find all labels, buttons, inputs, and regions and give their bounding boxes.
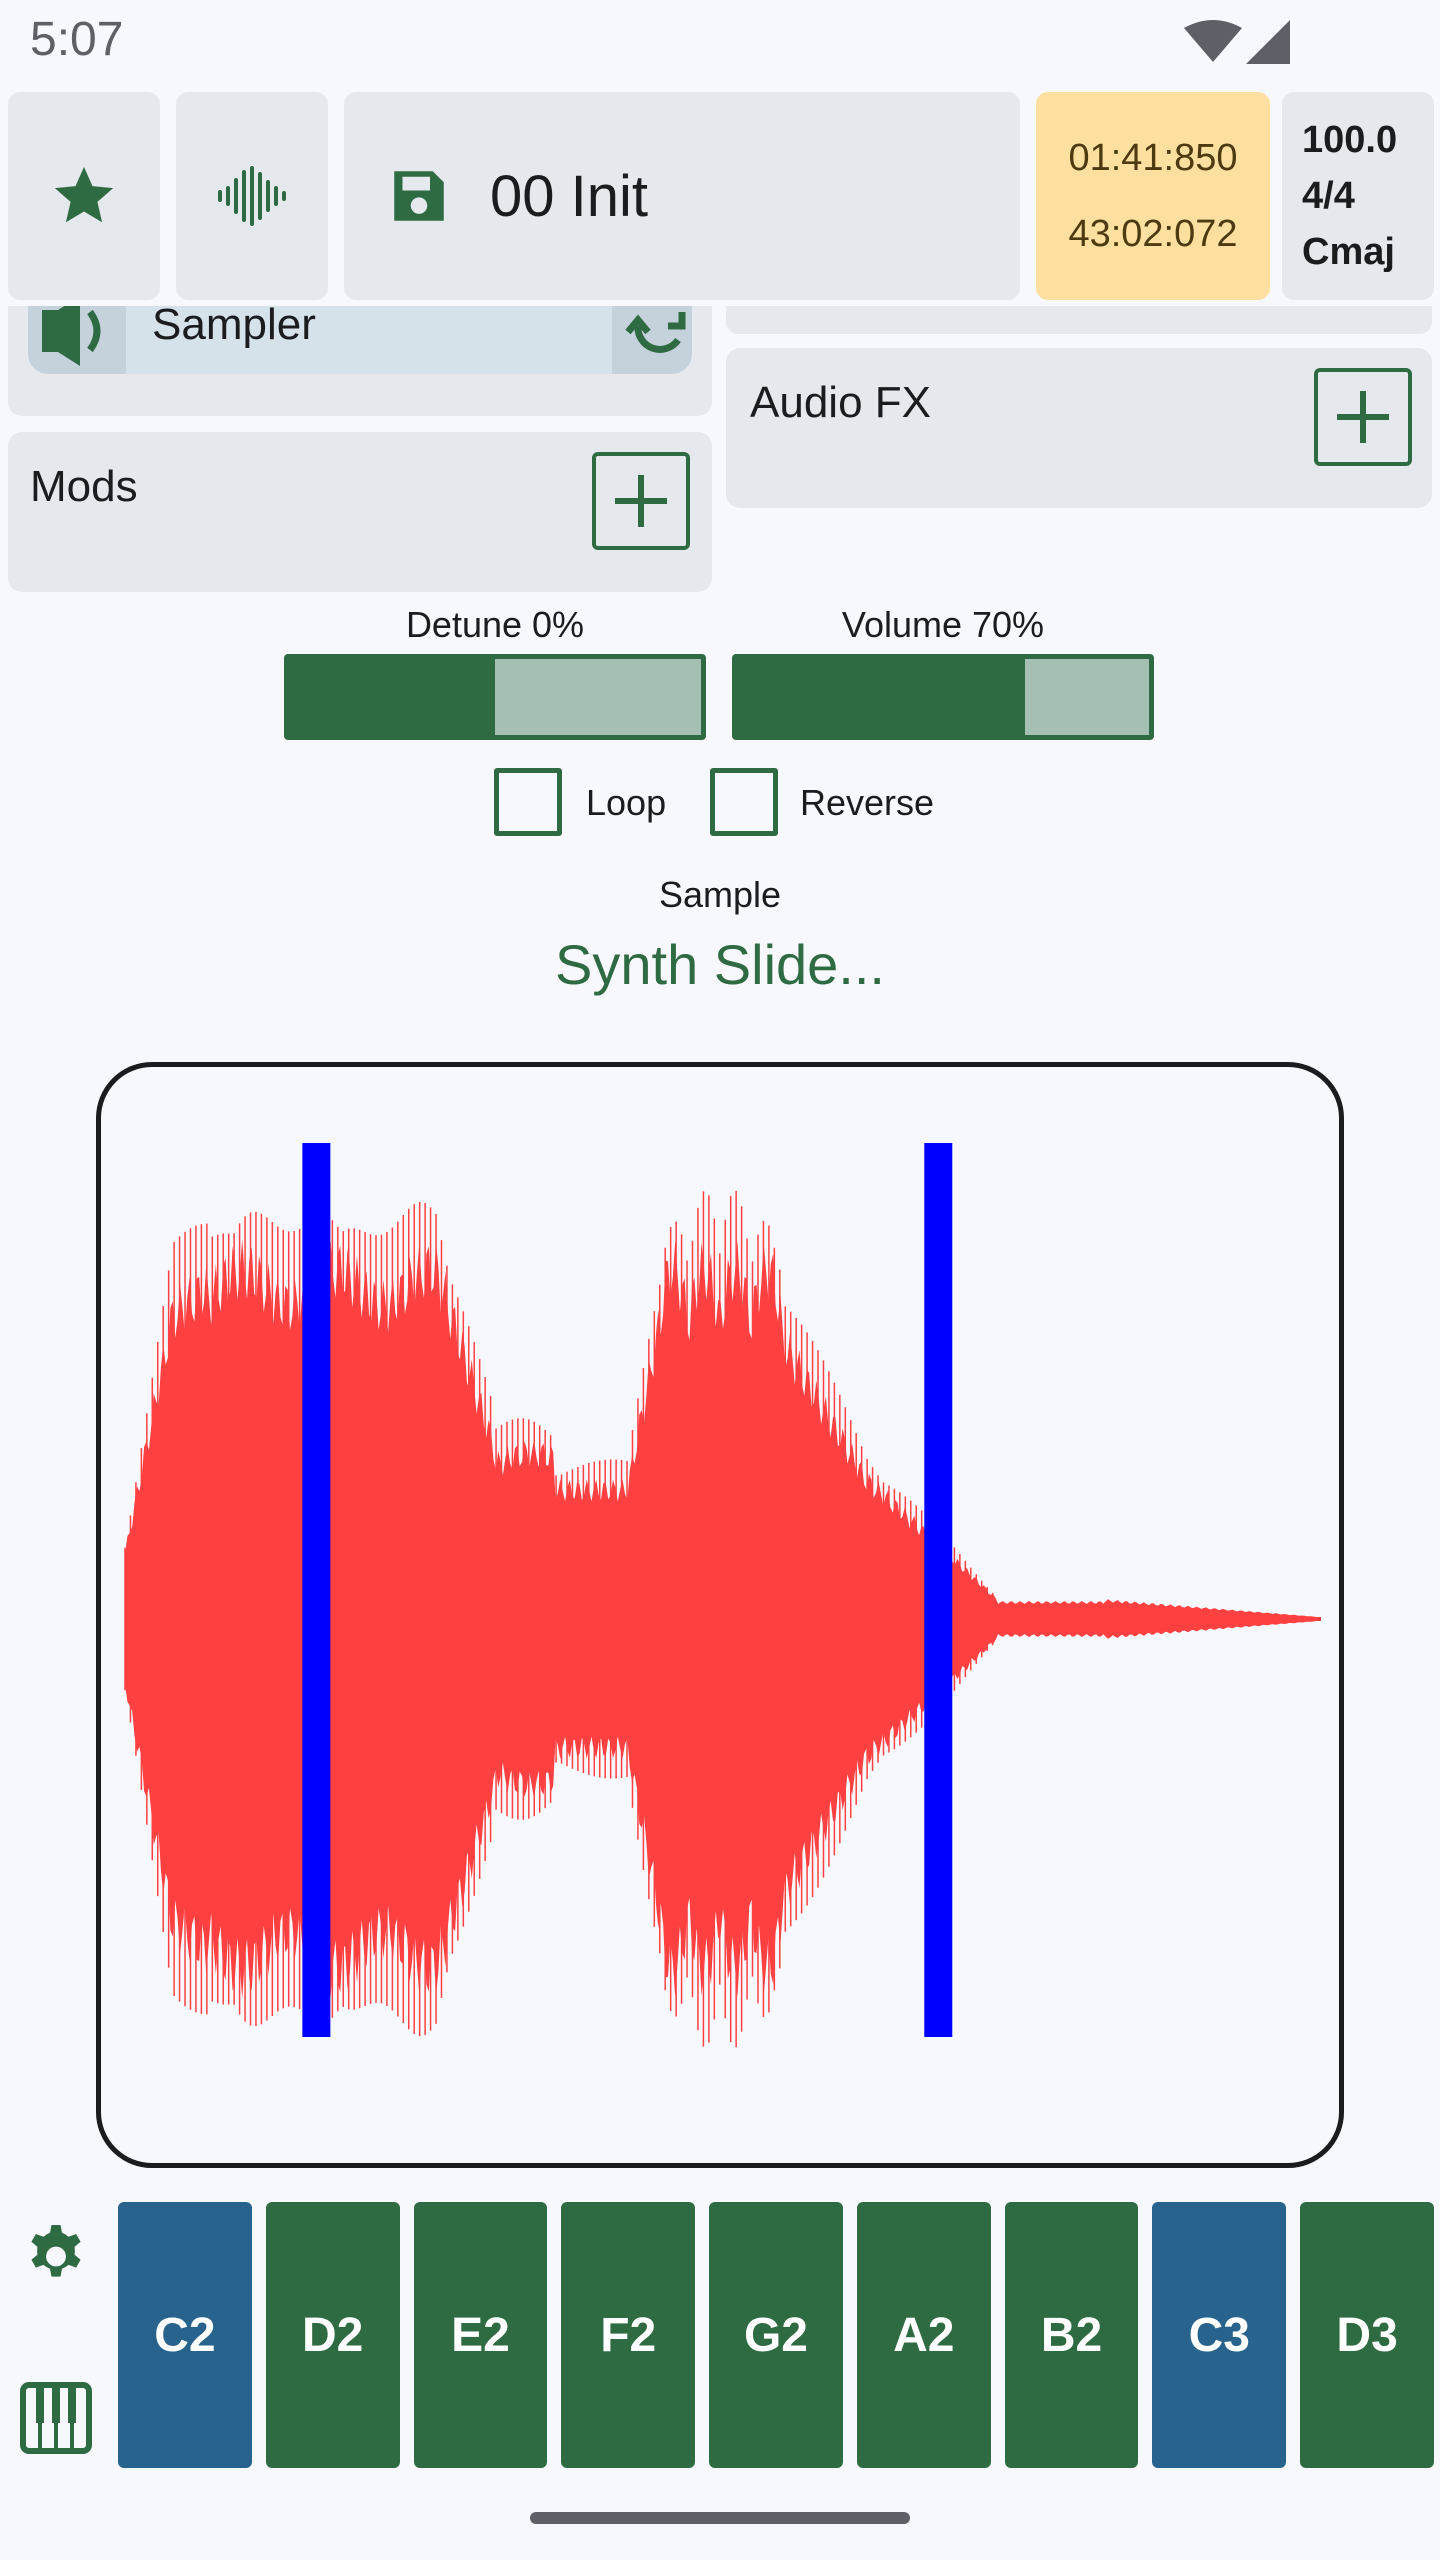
loop-checkbox[interactable] xyxy=(494,768,562,836)
reverse-checkbox[interactable] xyxy=(710,768,778,836)
instrument-selector[interactable]: Sampler xyxy=(28,306,692,374)
reverse-label: Reverse xyxy=(800,782,935,823)
detune-slider[interactable] xyxy=(284,654,706,740)
key-e2[interactable]: E2 xyxy=(413,2202,548,2468)
key-b2[interactable]: B2 xyxy=(1004,2202,1139,2468)
time-position: 01:41:850 xyxy=(1068,137,1238,179)
song-meta[interactable]: 100.0 4/4 Cmaj xyxy=(1282,92,1434,300)
key-a2[interactable]: A2 xyxy=(856,2202,991,2468)
piano-icon[interactable] xyxy=(20,2382,92,2454)
sample-label: Sample xyxy=(658,874,782,915)
volume-slider[interactable] xyxy=(732,654,1154,740)
detune-label: Detune 0% xyxy=(405,604,585,645)
add-mod-button[interactable] xyxy=(592,452,690,550)
waveform-button[interactable] xyxy=(176,92,328,300)
key-d3[interactable]: D3 xyxy=(1300,2202,1434,2468)
favorite-button[interactable] xyxy=(8,92,160,300)
add-audio-fx-button[interactable] xyxy=(1314,368,1412,466)
song-key: Cmaj xyxy=(1302,231,1395,273)
time-total: 43:02:072 xyxy=(1068,213,1238,255)
preset-name: 00 Init xyxy=(490,163,648,229)
detune-fill xyxy=(289,659,495,735)
status-time: 5:07 xyxy=(30,13,124,66)
refresh-icon[interactable] xyxy=(624,306,692,374)
waveform-end-marker[interactable] xyxy=(924,1143,953,2037)
loop-label: Loop xyxy=(586,782,667,823)
settings-icon[interactable] xyxy=(20,2216,92,2288)
instrument-card: Sampler xyxy=(8,306,712,416)
audio-fx-card: Audio FX xyxy=(726,348,1432,508)
key-g2[interactable]: G2 xyxy=(709,2202,843,2468)
key-c2[interactable]: C2 xyxy=(118,2202,252,2468)
tempo: 100.0 xyxy=(1302,119,1398,161)
waveform-start-marker[interactable] xyxy=(302,1143,331,2037)
home-indicator xyxy=(530,2512,910,2524)
instrument-name: Sampler xyxy=(152,306,316,349)
volume-fill xyxy=(737,659,1026,735)
waveform-editor[interactable] xyxy=(96,1062,1344,2168)
waveform-icon xyxy=(218,166,286,226)
waveform-display[interactable] xyxy=(101,1067,1339,2163)
plus-icon xyxy=(615,475,667,527)
time-display[interactable]: 01:41:850 43:02:072 xyxy=(1036,92,1270,300)
time-signature: 4/4 xyxy=(1302,175,1355,217)
plus-icon xyxy=(1337,391,1389,443)
key-f2[interactable]: F2 xyxy=(561,2202,696,2468)
right-panel-top xyxy=(726,306,1432,334)
mods-card: Mods xyxy=(8,432,712,592)
floppy-disk-icon xyxy=(394,171,444,221)
signal-icon xyxy=(1246,20,1290,64)
star-icon xyxy=(54,166,114,223)
audio-fx-title: Audio FX xyxy=(750,378,931,427)
key-c3[interactable]: C3 xyxy=(1152,2202,1287,2468)
mods-title: Mods xyxy=(30,462,138,511)
volume-label: Volume 70% xyxy=(841,604,1045,645)
key-d2[interactable]: D2 xyxy=(265,2202,400,2468)
speaker-icon xyxy=(28,306,126,374)
wifi-icon xyxy=(1184,20,1242,62)
preset-button[interactable]: 00 Init xyxy=(344,92,1020,300)
sample-name[interactable]: Synth Slide... xyxy=(0,932,1440,997)
keyboard: C2 D2 E2 F2 G2 A2 B2 C3 D3 xyxy=(118,2202,1434,2468)
